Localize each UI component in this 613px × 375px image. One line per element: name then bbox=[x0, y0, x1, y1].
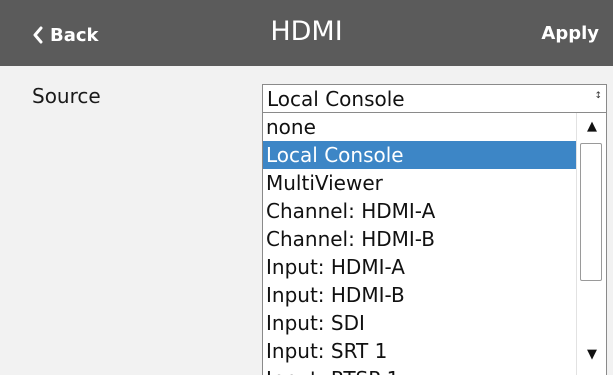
chevron-left-icon bbox=[33, 26, 43, 44]
apply-button[interactable]: Apply bbox=[541, 23, 599, 44]
back-button-label: Back bbox=[50, 24, 99, 46]
dropdown-option-selected[interactable]: Local Console bbox=[263, 141, 577, 169]
source-select-value: Local Console bbox=[267, 87, 405, 111]
dropdown-option[interactable]: Input: SDI bbox=[263, 309, 577, 337]
dropdown-option[interactable]: Input: HDMI-B bbox=[263, 281, 577, 309]
scroll-down-icon[interactable]: ▼ bbox=[577, 347, 606, 371]
dropdown-options: none Local Console MultiViewer Channel: … bbox=[263, 113, 577, 375]
dropdown-option[interactable]: Input: SRT 1 bbox=[263, 337, 577, 365]
dropdown-option[interactable]: none bbox=[263, 113, 577, 141]
back-button[interactable]: Back bbox=[32, 20, 99, 50]
dropdown-option[interactable]: Channel: HDMI-A bbox=[263, 197, 577, 225]
dropdown-option[interactable]: MultiViewer bbox=[263, 169, 577, 197]
select-arrows-icon: ↕ bbox=[594, 91, 602, 101]
dropdown-option[interactable]: Channel: HDMI-B bbox=[263, 225, 577, 253]
scroll-up-icon[interactable]: ▲ bbox=[577, 119, 606, 143]
top-bar: Back HDMI Apply bbox=[0, 0, 613, 66]
dropdown-scrollbar[interactable]: ▲ ▼ bbox=[576, 113, 606, 375]
source-dropdown-list[interactable]: none Local Console MultiViewer Channel: … bbox=[262, 113, 607, 375]
source-select[interactable]: Local Console ↕ bbox=[262, 84, 607, 113]
scrollbar-thumb[interactable] bbox=[580, 143, 602, 281]
dropdown-option[interactable]: Input: RTSP 1 bbox=[263, 365, 577, 375]
dropdown-option[interactable]: Input: HDMI-A bbox=[263, 253, 577, 281]
source-label: Source bbox=[32, 84, 101, 108]
